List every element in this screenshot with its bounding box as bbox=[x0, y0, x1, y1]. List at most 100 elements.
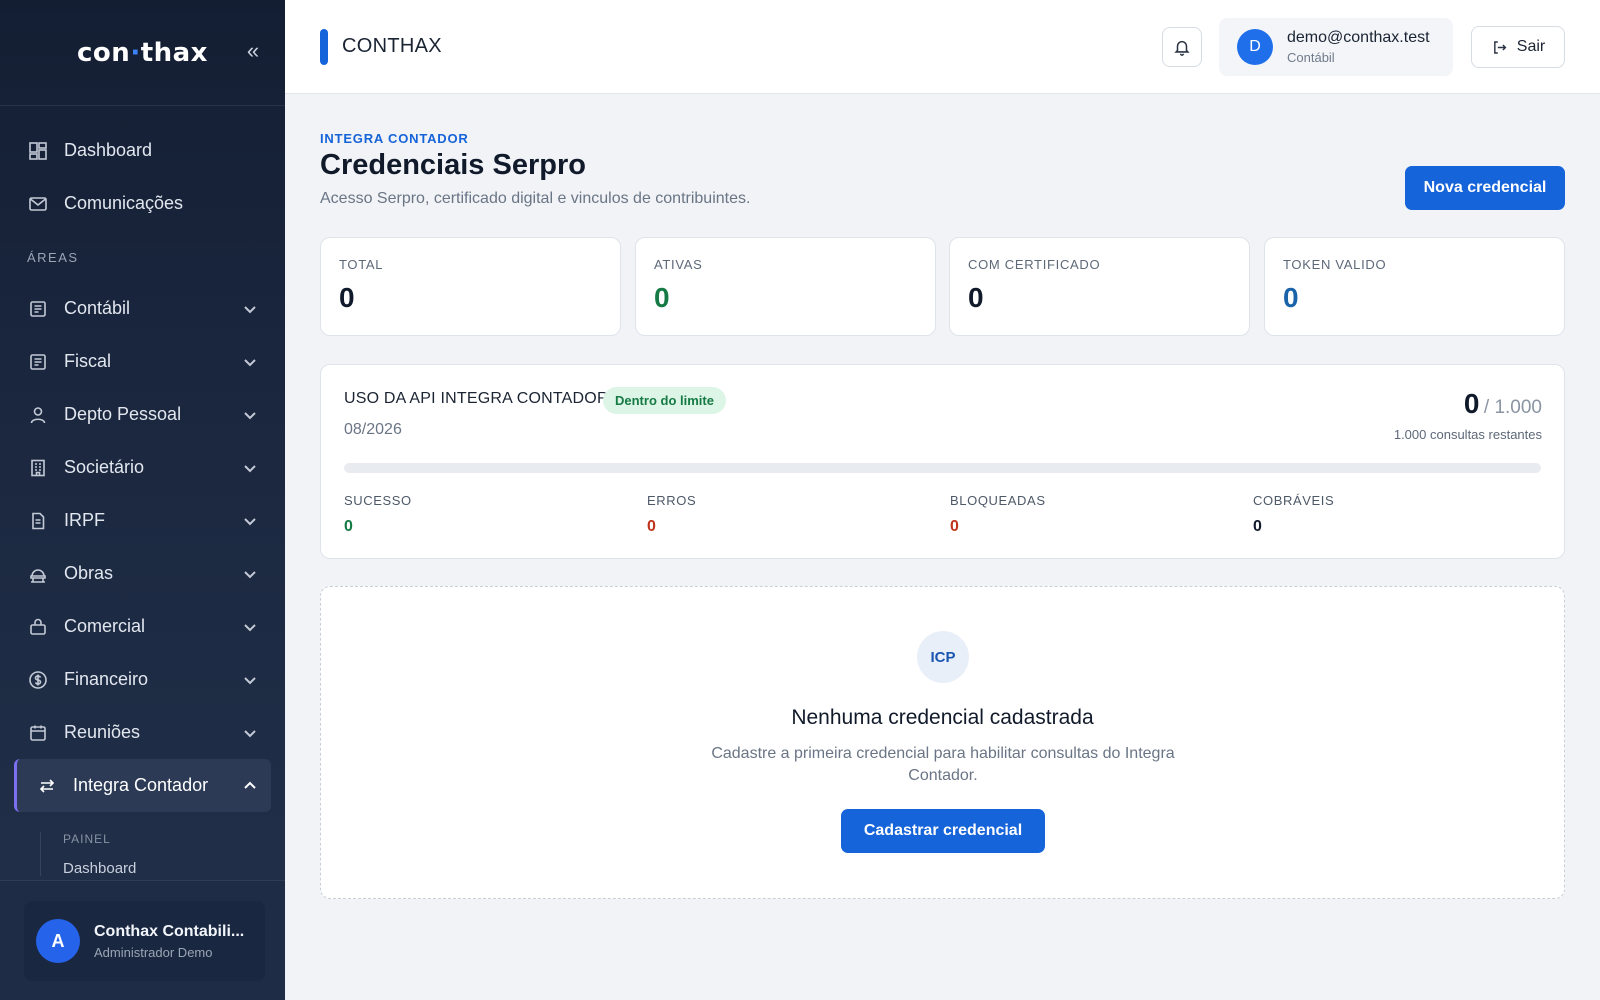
sidebar-item-dashboard[interactable]: Dashboard bbox=[0, 124, 285, 177]
user-role: Administrador Demo bbox=[94, 944, 213, 960]
app-logo[interactable]: con·thax bbox=[77, 38, 208, 68]
dollar-icon bbox=[28, 670, 48, 690]
section-label-areas: ÁREAS bbox=[27, 250, 79, 265]
document-icon bbox=[28, 511, 48, 531]
usage-limit: / 1.000 bbox=[1483, 397, 1542, 418]
chevron-down-icon bbox=[243, 302, 257, 316]
ledger-icon bbox=[28, 299, 48, 319]
empty-state-description: Cadastre a primeira credencial para habi… bbox=[711, 745, 1175, 784]
user-name: Conthax Contabili... bbox=[94, 922, 245, 940]
usage-period: 08/2026 bbox=[344, 421, 402, 438]
chevron-up-icon bbox=[243, 779, 257, 793]
metric-label: COBRÁVEIS bbox=[1253, 493, 1335, 508]
metric-value: 0 bbox=[950, 518, 959, 535]
chevron-down-icon bbox=[243, 514, 257, 528]
page-subtitle: Acesso Serpro, certificado digital e vin… bbox=[320, 190, 751, 207]
account-menu[interactable]: D demo@conthax.test Contábil bbox=[1219, 18, 1453, 76]
sidebar-item-integra-contador[interactable]: Integra Contador bbox=[14, 759, 271, 812]
submenu-section-label: PAINEL bbox=[40, 832, 285, 860]
calendar-icon bbox=[28, 723, 48, 743]
icp-badge-icon: ICP bbox=[917, 631, 969, 683]
stat-label: ATIVAS bbox=[654, 257, 703, 272]
sidebar-item-label: Societário bbox=[64, 457, 145, 477]
chevron-down-icon bbox=[243, 726, 257, 740]
empty-state-title: Nenhuma credencial cadastrada bbox=[791, 706, 1094, 729]
api-usage-card: USO DA API INTEGRA CONTADOR Dentro do li… bbox=[320, 364, 1565, 559]
sidebar-item-label: Comercial bbox=[64, 616, 146, 636]
status-badge: Dentro do limite bbox=[603, 387, 726, 414]
page-title: Credenciais Serpro bbox=[320, 149, 586, 181]
metric-erros: ERROS 0 bbox=[647, 493, 696, 536]
chevron-down-icon bbox=[243, 673, 257, 687]
bell-icon bbox=[1174, 40, 1190, 56]
register-credential-button[interactable]: Cadastrar credencial bbox=[841, 809, 1045, 853]
sidebar-item-label: Contábil bbox=[64, 298, 131, 318]
sidebar-item-depto-pessoal[interactable]: Depto Pessoal bbox=[0, 388, 285, 441]
metric-label: BLOQUEADAS bbox=[950, 493, 1046, 508]
page-eyebrow: INTEGRA CONTADOR bbox=[320, 131, 469, 146]
metric-value: 0 bbox=[647, 518, 656, 535]
chevron-down-icon bbox=[243, 355, 257, 369]
sidebar-item-reunioes[interactable]: Reuniões bbox=[0, 706, 285, 759]
brand-accent bbox=[320, 29, 328, 65]
usage-remaining: 1.000 consultas restantes bbox=[1393, 427, 1542, 442]
brand-title: CONTHAX bbox=[342, 35, 442, 57]
avatar: D bbox=[1237, 29, 1273, 65]
chevron-down-icon bbox=[243, 408, 257, 422]
metric-cobraveis: COBRÁVEIS 0 bbox=[1253, 493, 1334, 536]
submenu-item-dashboard[interactable]: Dashboard bbox=[40, 860, 285, 876]
stat-value: 0 bbox=[968, 282, 984, 313]
chevron-down-icon bbox=[243, 567, 257, 581]
sidebar-item-label: Financeiro bbox=[64, 669, 149, 689]
metric-sucesso: SUCESSO 0 bbox=[344, 493, 412, 536]
sidebar-item-label: Dashboard bbox=[64, 140, 153, 160]
dashboard-icon bbox=[28, 141, 48, 161]
sidebar-item-comunicacoes[interactable]: Comunicações bbox=[0, 177, 285, 230]
mail-icon bbox=[28, 194, 48, 214]
sidebar-item-label: Depto Pessoal bbox=[64, 404, 182, 424]
sidebar-footer: A Conthax Contabili... Administrador Dem… bbox=[0, 880, 285, 1000]
sidebar: con·thax « Dashboard Comunicações ÁREAS … bbox=[0, 0, 285, 1000]
sidebar-item-label: Integra Contador bbox=[73, 775, 209, 795]
notifications-button[interactable] bbox=[1162, 27, 1202, 67]
chevron-down-icon bbox=[243, 461, 257, 475]
new-credential-button[interactable]: Nova credencial bbox=[1405, 166, 1565, 210]
usage-title: USO DA API INTEGRA CONTADOR bbox=[344, 390, 609, 407]
usage-counter: 0 / 1.000 bbox=[1464, 388, 1542, 420]
chevron-down-icon bbox=[243, 620, 257, 634]
sidebar-nav: Dashboard Comunicações ÁREAS Contábil Fi… bbox=[0, 106, 285, 876]
sidebar-item-label: Fiscal bbox=[64, 351, 112, 371]
ledger-icon bbox=[28, 352, 48, 372]
sidebar-item-irpf[interactable]: IRPF bbox=[0, 494, 285, 547]
avatar: A bbox=[36, 919, 80, 963]
sidebar-item-fiscal[interactable]: Fiscal bbox=[0, 335, 285, 388]
sidebar-item-societario[interactable]: Societário bbox=[0, 441, 285, 494]
sidebar-header: con·thax « bbox=[0, 0, 285, 106]
sidebar-item-label: IRPF bbox=[64, 510, 106, 530]
stat-card-token-valido: TOKEN VALIDO 0 bbox=[1264, 237, 1565, 336]
logout-icon bbox=[1493, 40, 1507, 54]
account-email: demo@conthax.test bbox=[1287, 29, 1430, 46]
sidebar-item-financeiro[interactable]: Financeiro bbox=[0, 653, 285, 706]
metric-value: 0 bbox=[344, 518, 353, 535]
sidebar-item-obras[interactable]: Obras bbox=[0, 547, 285, 600]
sidebar-item-label: Comunicações bbox=[64, 193, 184, 213]
empty-state: ICP Nenhuma credencial cadastrada Cadast… bbox=[320, 586, 1565, 899]
metric-value: 0 bbox=[1253, 518, 1262, 535]
sidebar-item-label: Obras bbox=[64, 563, 114, 583]
user-card[interactable]: A Conthax Contabili... Administrador Dem… bbox=[24, 901, 265, 981]
metric-label: SUCESSO bbox=[344, 493, 412, 508]
usage-progress-bar bbox=[344, 463, 1541, 473]
stat-card-com-certificado: COM CERTIFICADO 0 bbox=[949, 237, 1250, 336]
logout-button[interactable]: Sair bbox=[1471, 26, 1565, 68]
stat-value: 0 bbox=[1283, 282, 1299, 313]
top-bar: CONTHAX D demo@conthax.test Contábil Sai… bbox=[285, 0, 1600, 94]
sidebar-item-contabil[interactable]: Contábil bbox=[0, 282, 285, 335]
stat-label: TOKEN VALIDO bbox=[1283, 257, 1387, 272]
sidebar-item-comercial[interactable]: Comercial bbox=[0, 600, 285, 653]
stat-card-total: TOTAL 0 bbox=[320, 237, 621, 336]
metric-label: ERROS bbox=[647, 493, 697, 508]
usage-used: 0 bbox=[1463, 388, 1480, 419]
stat-value: 0 bbox=[339, 282, 355, 313]
collapse-sidebar-icon[interactable]: « bbox=[241, 40, 265, 64]
